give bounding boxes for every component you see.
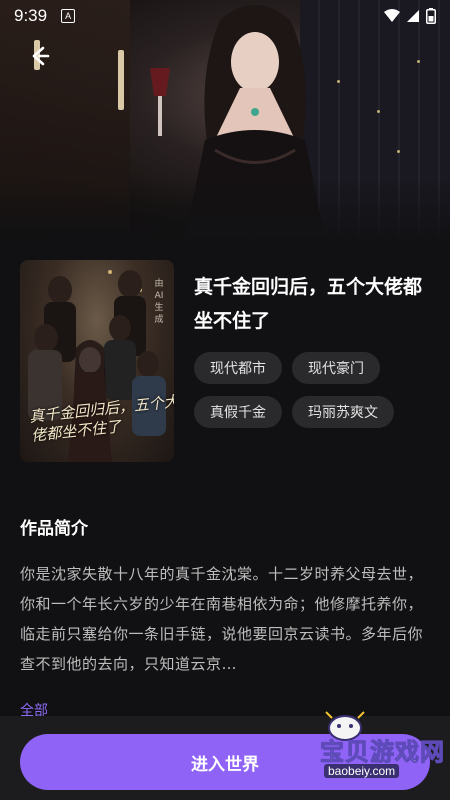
hero-fade: [0, 178, 450, 238]
cover-ai-stamp: 由AI生成: [154, 279, 164, 325]
site-watermark: 宝贝游戏网 baobeiy.com: [300, 711, 450, 788]
book-title: 真千金回归后，五个大佬都坐不住了: [194, 276, 423, 332]
book-cover[interactable]: 由AI生成 真千金回归后，五个大佬都坐不住了: [20, 260, 174, 462]
signal-icon: [407, 10, 419, 22]
intro-heading: 作品简介: [20, 519, 88, 539]
tag-item[interactable]: 真假千金: [194, 396, 282, 428]
a-box-icon: A: [61, 9, 76, 23]
status-icons: [384, 8, 436, 24]
tag-list: 现代都市 现代豪门 真假千金 玛丽苏爽文: [194, 352, 424, 428]
candle-decor: [118, 50, 124, 110]
status-bar: 9:39 A: [0, 0, 450, 32]
back-button[interactable]: [24, 40, 56, 72]
tag-item[interactable]: 玛丽苏爽文: [292, 396, 394, 428]
hero-banner: [0, 0, 450, 238]
city-light: [377, 110, 380, 113]
back-arrow-icon: [32, 46, 50, 66]
city-light: [417, 60, 420, 63]
watermark-url: baobeiy.com: [324, 764, 400, 778]
tag-item[interactable]: 现代豪门: [292, 352, 380, 384]
tag-item[interactable]: 现代都市: [194, 352, 282, 384]
wifi-icon: [384, 9, 400, 22]
intro-text: 你是沈家失散十八年的真千金沈棠。十二岁时养父母去世，你和一个年长六岁的少年在南巷…: [20, 565, 424, 673]
city-light: [397, 150, 400, 153]
battery-icon: [426, 8, 436, 24]
watermark-text: 宝贝游戏网: [320, 738, 445, 767]
status-time: 9:39: [14, 6, 48, 25]
